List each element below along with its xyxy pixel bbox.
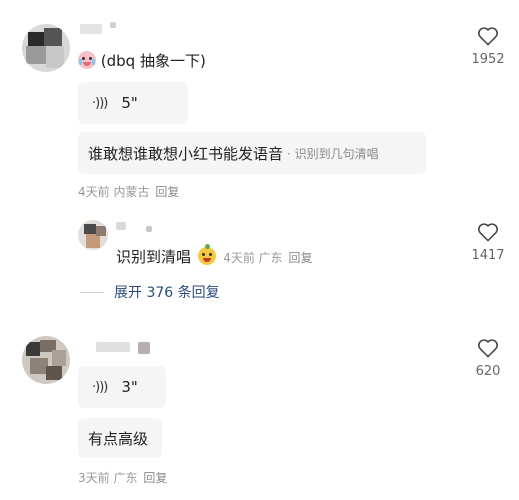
avatar[interactable] bbox=[22, 336, 70, 384]
timestamp: 3天前 bbox=[78, 471, 110, 485]
heart-outline-icon bbox=[478, 27, 498, 46]
username bbox=[110, 22, 116, 28]
voice-message[interactable]: ·))) 3" bbox=[78, 366, 166, 408]
reply-bubble: 有点高级 bbox=[78, 418, 162, 458]
username[interactable] bbox=[116, 222, 126, 230]
reply-content: 识别到清唱 4天前 广东 回复 bbox=[116, 244, 313, 267]
expand-divider bbox=[80, 291, 104, 293]
username[interactable] bbox=[96, 342, 130, 352]
bubble-text: 谁敢想谁敢想小红书能发语音 bbox=[88, 144, 284, 163]
bubble-text: 有点高级 bbox=[88, 429, 149, 448]
expand-replies-button[interactable]: 展开 376 条回复 bbox=[80, 282, 220, 302]
voice-message[interactable]: ·))) 5" bbox=[78, 82, 188, 124]
reply-button[interactable]: 回复 bbox=[289, 251, 313, 265]
voice-duration: 3" bbox=[121, 378, 138, 396]
voice-wave-icon: ·))) bbox=[92, 379, 108, 395]
comment-text: 识别到清唱 bbox=[116, 248, 192, 266]
location: 广东 bbox=[258, 251, 283, 265]
username bbox=[138, 342, 150, 354]
avatar[interactable] bbox=[78, 220, 108, 250]
timestamp: 4天前 bbox=[78, 185, 110, 199]
like-button[interactable]: 620 bbox=[464, 338, 512, 379]
comment-meta: 4天前 内蒙古 回复 bbox=[78, 183, 179, 200]
smiling-fruit-emoji bbox=[198, 244, 217, 265]
timestamp: 4天前 bbox=[223, 251, 255, 265]
like-count: 1417 bbox=[471, 248, 505, 263]
reply-button[interactable]: 回复 bbox=[143, 471, 167, 485]
location: 广东 bbox=[113, 471, 138, 485]
comment-text: (dbq 抽象一下) bbox=[78, 50, 206, 71]
heart-outline-icon bbox=[478, 339, 498, 358]
reply-button[interactable]: 回复 bbox=[155, 185, 179, 199]
username[interactable] bbox=[80, 24, 102, 34]
like-button[interactable]: 1417 bbox=[464, 222, 512, 263]
voice-duration: 5" bbox=[121, 94, 138, 112]
bubble-recognized-text: · 识别到几句清唱 bbox=[287, 146, 379, 161]
comment-meta: 3天前 广东 回复 bbox=[78, 469, 167, 486]
like-count: 620 bbox=[475, 364, 501, 379]
avatar[interactable] bbox=[22, 24, 70, 72]
username bbox=[146, 226, 152, 232]
like-button[interactable]: 1952 bbox=[464, 26, 512, 67]
crying-face-emoji bbox=[78, 51, 96, 69]
heart-outline-icon bbox=[478, 223, 498, 242]
expand-replies-label[interactable]: 展开 376 条回复 bbox=[114, 282, 220, 302]
voice-wave-icon: ·))) bbox=[92, 95, 108, 111]
location: 内蒙古 bbox=[113, 185, 150, 199]
like-count: 1952 bbox=[471, 52, 505, 67]
comment-meta: 4天前 广东 回复 bbox=[223, 251, 312, 265]
reply-bubble: 谁敢想谁敢想小红书能发语音 · 识别到几句清唱 bbox=[78, 132, 426, 174]
